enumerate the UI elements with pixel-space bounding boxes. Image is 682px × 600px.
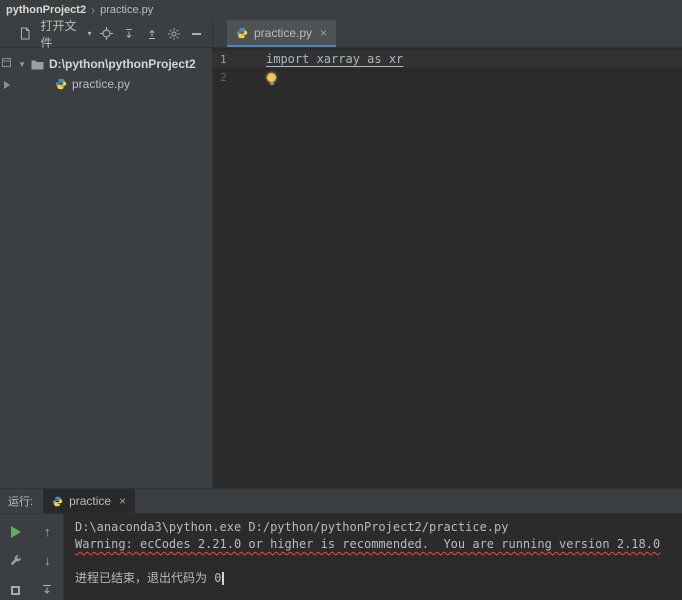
down-arrow-icon: ↓ [44,554,51,568]
project-file-label: practice.py [72,77,130,91]
python-icon [55,78,67,90]
close-icon[interactable]: × [119,494,126,508]
code-line-1: import xarray as xr [263,52,403,66]
open-file-label: 打开文件 [41,17,85,51]
locate-file-button[interactable] [97,24,116,44]
console-exit-text: 进程已结束，退出代码为 0 [75,571,221,585]
run-console[interactable]: D:\anaconda3\python.exe D:/python/python… [64,514,682,600]
tab-practice-py[interactable]: practice.py × [227,20,336,47]
folder-icon [31,59,44,70]
run-header: 运行: practice × [0,489,682,514]
expand-all-button[interactable] [120,24,139,44]
code-editor[interactable]: 1 import xarray as xr 2 [213,48,682,488]
main-area: ▾ D:\python\pythonProject2 practice.py 1… [0,48,682,488]
scroll-down-button[interactable]: ↓ [37,551,57,571]
tab-label: practice.py [254,26,312,40]
scroll-to-end-icon [41,584,53,596]
stop-icon [11,586,20,595]
console-exit-line: 进程已结束，退出代码为 0 [75,570,682,587]
play-icon [11,526,21,538]
run-tab-label: practice [69,494,111,508]
breadcrumb: pythonProject2 › practice.py [0,0,682,20]
collapse-all-button[interactable] [142,24,161,44]
modify-run-config-button[interactable] [6,551,26,571]
tool-window-stripe-icon-2[interactable] [3,81,11,89]
project-panel: ▾ D:\python\pythonProject2 practice.py [13,48,213,488]
up-arrow-icon: ↑ [44,525,51,539]
minus-icon [192,33,201,35]
open-file-button[interactable]: 打开文件 ▾ [39,15,94,53]
console-blank-line [75,553,682,570]
breadcrumb-file[interactable]: practice.py [100,4,153,16]
project-root-label: D:\python\pythonProject2 [49,57,196,71]
console-warning-text: Warning: ecCodes 2.21.0 or higher is rec… [75,537,660,551]
project-toolbar: 打开文件 ▾ [0,20,213,47]
console-command-line: D:\anaconda3\python.exe D:/python/python… [75,519,682,536]
run-body: ↑ ↓ D:\anaconda3\python.exe D:/python/py… [0,514,682,600]
run-tab-practice[interactable]: practice × [43,489,135,513]
editor-tab-bar: practice.py × [213,20,682,47]
scroll-up-button[interactable]: ↑ [37,522,57,542]
hide-panel-button[interactable] [188,24,207,44]
python-icon [236,27,248,39]
console-warning-line: Warning: ecCodes 2.21.0 or higher is rec… [75,536,682,553]
scroll-to-end-button[interactable] [37,580,57,600]
settings-gear-icon[interactable] [165,24,184,44]
stop-button[interactable] [6,580,26,600]
line-number: 1 [213,53,263,66]
line-number: 2 [213,71,263,84]
editor-line-1[interactable]: 1 import xarray as xr [213,50,682,68]
editor-line-2[interactable]: 2 [213,68,682,86]
tool-window-stripe [0,48,13,488]
toolbar-row: 打开文件 ▾ practice.py × [0,20,682,48]
run-toolbar: ↑ ↓ [0,514,64,600]
text-cursor [222,572,224,585]
file-icon [16,24,35,44]
rerun-button[interactable] [6,522,26,542]
tool-window-stripe-icon-1[interactable] [2,58,11,67]
run-tool-window: 运行: practice × ↑ ↓ [0,488,682,600]
project-root-node[interactable]: ▾ D:\python\pythonProject2 [13,54,212,74]
python-icon [52,496,63,507]
chevron-down-icon: ▾ [87,29,91,38]
wrench-icon [9,555,22,568]
chevron-expanded-icon[interactable]: ▾ [18,59,26,70]
intention-bulb-icon[interactable] [267,73,276,82]
project-file-node[interactable]: practice.py [13,74,212,94]
close-icon[interactable]: × [320,26,327,40]
run-panel-title: 运行: [8,493,33,509]
